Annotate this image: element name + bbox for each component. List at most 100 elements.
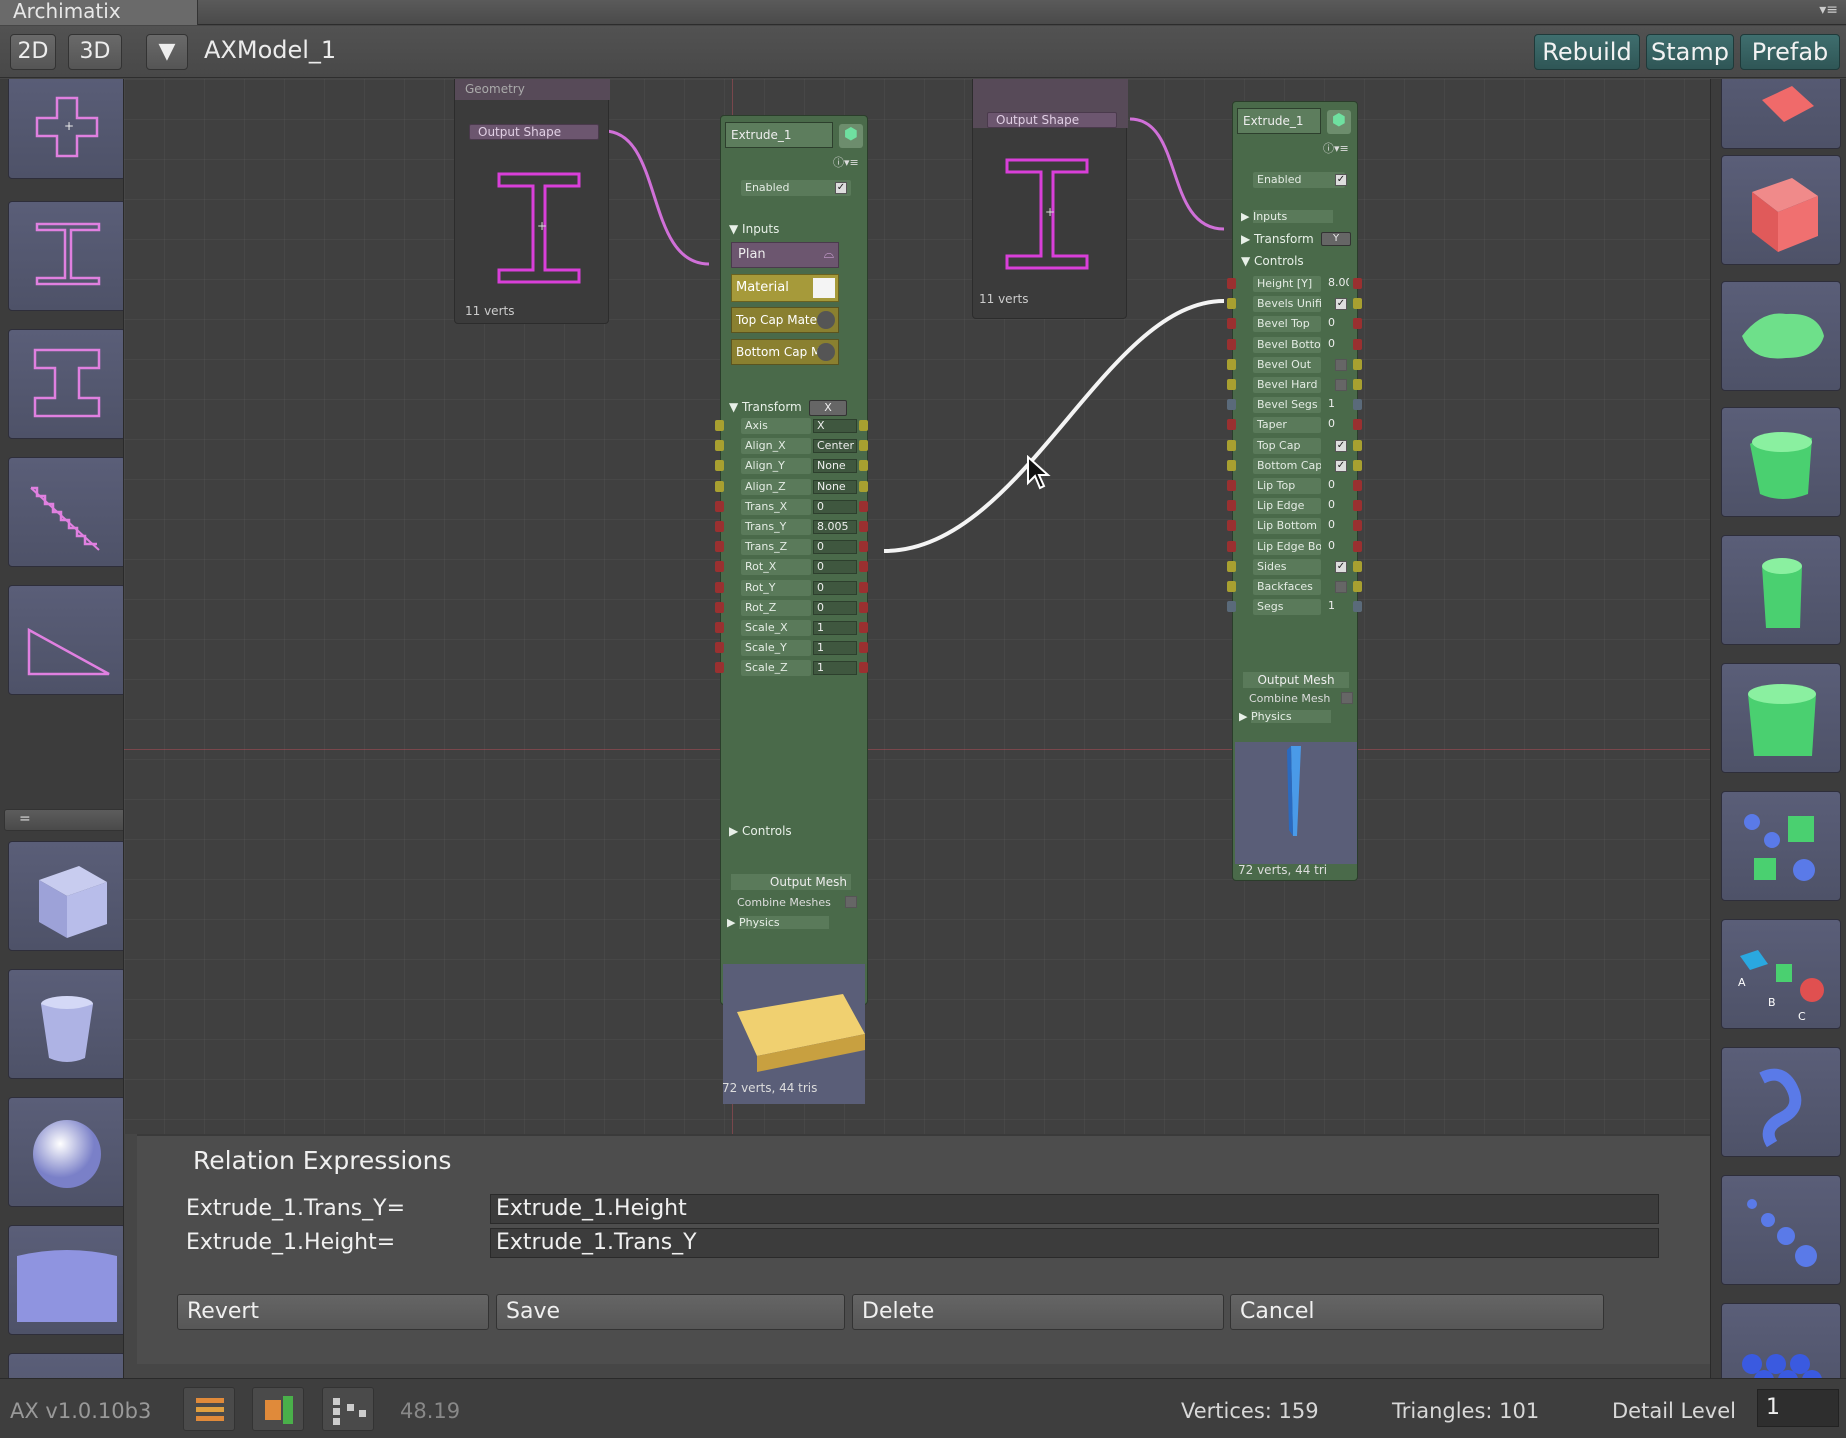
input-port[interactable]: [715, 420, 724, 431]
output-port[interactable]: [1353, 459, 1362, 471]
palette-divider[interactable]: =: [4, 809, 123, 831]
transform-row-value[interactable]: None: [813, 459, 857, 474]
material-swatch[interactable]: [813, 278, 835, 298]
material-slot[interactable]: Material: [731, 274, 839, 302]
output-port[interactable]: [859, 581, 868, 593]
output-port[interactable]: [1353, 500, 1362, 512]
input-port[interactable]: [715, 622, 724, 633]
control-row-value[interactable]: 0: [1325, 479, 1349, 493]
control-row-value[interactable]: 0: [1325, 418, 1349, 432]
extrude-blob-icon[interactable]: [1721, 407, 1841, 517]
abc-instancer-icon[interactable]: A B C: [1721, 919, 1841, 1029]
view-2d-button[interactable]: 2D: [10, 34, 56, 70]
input-port[interactable]: [715, 561, 724, 573]
input-port[interactable]: [715, 480, 724, 492]
transform-row-value[interactable]: None: [813, 479, 857, 494]
plane-icon[interactable]: [8, 1225, 123, 1335]
output-port[interactable]: [859, 561, 868, 573]
revert-button[interactable]: Revert: [177, 1294, 489, 1330]
output-shape-port-2[interactable]: Output Shape: [987, 112, 1117, 128]
output-port[interactable]: [859, 662, 868, 674]
stair-icon[interactable]: [8, 457, 123, 567]
control-row-checkbox[interactable]: [1335, 358, 1347, 371]
physics-section-2[interactable]: ▶ Physics: [1239, 710, 1331, 723]
combine-mesh-checkbox-2[interactable]: [1341, 692, 1353, 704]
linear-repeater-icon[interactable]: [1721, 1175, 1841, 1285]
input-port[interactable]: [1227, 318, 1236, 330]
input-port[interactable]: [715, 642, 724, 654]
output-port[interactable]: [859, 480, 868, 492]
control-row-value[interactable]: 1: [1325, 398, 1349, 412]
control-row-checkbox[interactable]: ✓: [1335, 459, 1347, 472]
input-port[interactable]: [1227, 500, 1236, 512]
grid-repeater-icon[interactable]: [1721, 791, 1841, 901]
prefab-button[interactable]: Prefab: [1740, 34, 1840, 70]
input-port[interactable]: [1227, 358, 1236, 370]
input-port[interactable]: [1227, 278, 1236, 289]
output-port[interactable]: [1353, 540, 1362, 552]
output-port[interactable]: [1353, 439, 1362, 451]
transform-section-2[interactable]: ▶ Transform: [1241, 232, 1314, 246]
transform-row-value[interactable]: Center: [813, 439, 857, 454]
lofted-cylinder-icon[interactable]: [1721, 535, 1841, 645]
i-beam-icon[interactable]: [8, 201, 123, 311]
output-mesh-port[interactable]: Output Mesh: [731, 874, 851, 890]
window-tab[interactable]: Archimatix: [0, 0, 198, 25]
output-port[interactable]: [859, 521, 868, 532]
rebuild-button[interactable]: Rebuild: [1534, 34, 1640, 70]
input-port[interactable]: [715, 601, 724, 613]
cross-shape-icon[interactable]: +: [8, 79, 123, 179]
output-port[interactable]: [1353, 399, 1362, 411]
ramp-icon[interactable]: [8, 585, 123, 695]
output-port[interactable]: [1353, 338, 1362, 350]
detail-level-input[interactable]: 1: [1757, 1389, 1839, 1427]
control-row-value[interactable]: 0: [1325, 519, 1349, 533]
output-port[interactable]: [1353, 318, 1362, 330]
output-mesh-port-2[interactable]: Output Mesh: [1243, 672, 1349, 688]
control-row-checkbox[interactable]: ✓: [1335, 298, 1347, 311]
tile-icon[interactable]: [1721, 79, 1841, 149]
relation-expression-input-2[interactable]: Extrude_1.Trans_Y: [490, 1228, 1659, 1258]
input-port[interactable]: [1227, 419, 1236, 431]
extrude-node-1[interactable]: Extrude_1 ⬢ ⓘ▾≡ Enabled ✓ ▼ Inputs Plan ⌓…: [715, 115, 868, 1104]
transform-row-value[interactable]: 1: [813, 621, 857, 635]
input-port[interactable]: [1227, 298, 1236, 310]
view-3d-button[interactable]: 3D: [68, 34, 122, 70]
window-menu-icon[interactable]: ▾≡: [1819, 2, 1838, 18]
extrude-node-1-name[interactable]: Extrude_1: [725, 122, 833, 148]
output-port[interactable]: [859, 440, 868, 452]
input-port[interactable]: [715, 541, 724, 553]
input-port[interactable]: [715, 662, 724, 674]
output-port[interactable]: [1353, 601, 1362, 613]
output-port[interactable]: [1353, 358, 1362, 370]
transform-row-value[interactable]: 1: [813, 641, 857, 656]
inputs-section[interactable]: ▼ Inputs: [729, 222, 779, 236]
material-ball-icon[interactable]: [817, 343, 835, 361]
input-port[interactable]: [1227, 439, 1236, 451]
input-port[interactable]: [1227, 520, 1236, 532]
control-row-value[interactable]: 8.00: [1325, 277, 1349, 291]
output-port[interactable]: [859, 460, 868, 472]
output-port[interactable]: [1353, 560, 1362, 572]
output-port[interactable]: [1353, 480, 1362, 491]
bottom-cap-material-slot[interactable]: Bottom Cap Ma: [731, 339, 839, 365]
plan-input[interactable]: Plan ⌓: [731, 242, 839, 268]
output-port[interactable]: [859, 420, 868, 431]
output-port[interactable]: [859, 601, 868, 613]
flat-blob-icon[interactable]: [1721, 281, 1841, 391]
physics-section[interactable]: ▶ Physics: [727, 916, 829, 929]
output-port[interactable]: [859, 541, 868, 553]
transform-row-value[interactable]: 0: [813, 600, 857, 615]
input-port[interactable]: [1227, 480, 1236, 491]
controls-section-2[interactable]: ▼ Controls: [1241, 254, 1304, 268]
output-port[interactable]: [1353, 278, 1362, 289]
import-icon[interactable]: [252, 1387, 304, 1431]
cancel-button[interactable]: Cancel: [1230, 1294, 1604, 1330]
stack-icon[interactable]: [183, 1387, 235, 1431]
output-port[interactable]: [1353, 379, 1362, 390]
material-ball-icon[interactable]: [817, 311, 835, 329]
input-port[interactable]: [1227, 581, 1236, 592]
output-port[interactable]: [1353, 581, 1362, 592]
control-row-value[interactable]: 0: [1325, 317, 1349, 331]
transform-row-value[interactable]: 8.005: [813, 520, 857, 534]
